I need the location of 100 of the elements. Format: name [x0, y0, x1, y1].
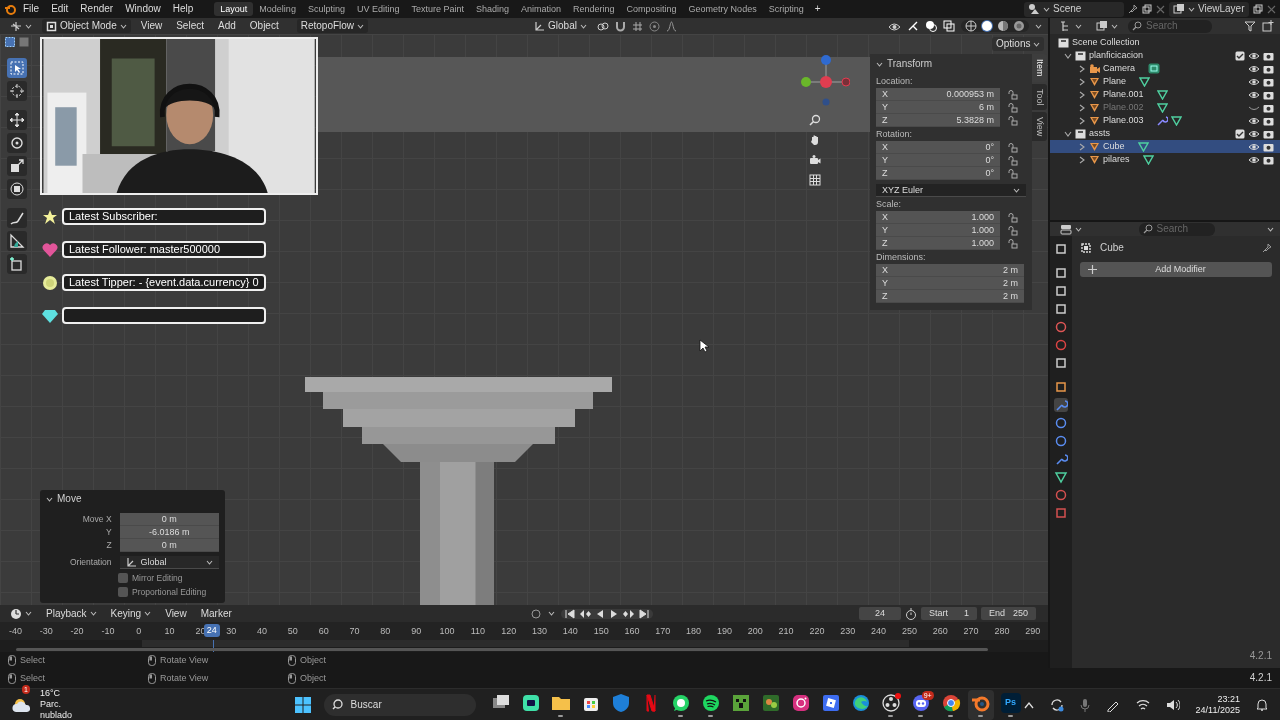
number-field[interactable]: X 0.000953 m [876, 88, 1000, 101]
number-field[interactable]: Z 5.3828 m [876, 114, 1000, 127]
lock-icon[interactable] [1008, 155, 1018, 166]
number-field[interactable]: Z 2 m [876, 290, 1024, 303]
falloff-icon[interactable] [665, 20, 677, 32]
hand-icon[interactable] [809, 134, 821, 146]
clock[interactable]: 23:21 24/11/2025 [1195, 693, 1240, 716]
collapse-caret-icon[interactable] [1078, 142, 1086, 151]
gizmo-icon[interactable] [907, 20, 919, 32]
collapse-caret-icon[interactable] [1078, 155, 1086, 164]
number-field[interactable]: X 2 m [876, 264, 1024, 277]
tool-button[interactable] [7, 81, 27, 101]
wave-logo-icon[interactable] [850, 692, 871, 713]
checkbox[interactable]: Proportional Editing [118, 587, 219, 598]
end-frame-field[interactable]: End 250 [980, 607, 1036, 620]
view-layer-selector[interactable]: ViewLayer [1169, 1, 1249, 17]
addon-dropdown[interactable]: RetopoFlow [296, 19, 369, 33]
controller-icon[interactable] [910, 692, 931, 713]
play-icon[interactable] [608, 608, 619, 619]
solid-shading-icon[interactable] [981, 20, 993, 32]
proportional-icon[interactable] [648, 20, 660, 32]
record-circle-icon[interactable] [880, 692, 901, 713]
tree-row[interactable]: Cube [1050, 140, 1280, 153]
eye-icon[interactable] [1248, 141, 1260, 152]
orientation-dropdown[interactable]: Global [530, 19, 591, 33]
eye-icon[interactable] [1248, 76, 1260, 87]
camera-icon[interactable] [809, 154, 821, 166]
eye-icon[interactable] [1248, 89, 1260, 100]
lock-icon[interactable] [1008, 212, 1018, 223]
tree-row[interactable]: Plane [1050, 75, 1280, 88]
caret-icon[interactable] [876, 60, 883, 68]
tool-button[interactable] [7, 208, 27, 228]
next-keyframe-icon[interactable] [622, 608, 635, 619]
scrollbar[interactable] [16, 648, 988, 651]
search-field[interactable]: Buscar [323, 693, 476, 716]
lock-icon[interactable] [1008, 168, 1018, 179]
lock-icon[interactable] [1008, 238, 1018, 249]
add-modifier-button[interactable]: Add Modifier [1080, 262, 1272, 277]
workspace-tab[interactable]: Scripting [762, 1, 810, 17]
sphere-icon[interactable] [1054, 488, 1068, 502]
tree-row[interactable]: Camera [1050, 62, 1280, 75]
chat-bubble-icon[interactable] [670, 692, 691, 713]
close-icon[interactable] [1267, 4, 1276, 14]
workspace-tab[interactable]: Sculpting [301, 1, 351, 17]
collapse-caret-icon[interactable] [1078, 90, 1086, 99]
tool-button[interactable] [7, 110, 27, 130]
start-frame-field[interactable]: Start 1 [920, 607, 977, 620]
tree-row[interactable]: pilares [1050, 153, 1280, 166]
caret-icon[interactable] [1267, 225, 1274, 233]
eye-icon[interactable] [1248, 50, 1260, 61]
eye-icon[interactable] [1248, 63, 1260, 74]
game-icon[interactable] [760, 692, 781, 713]
tool-button[interactable] [7, 133, 27, 153]
filter-icon[interactable] [1244, 20, 1256, 32]
tree-item[interactable]: Scene Collection [1072, 37, 1140, 48]
expand-caret-icon[interactable] [1064, 129, 1072, 138]
chevron-up-icon[interactable] [1023, 700, 1034, 709]
menu-item[interactable]: Edit [46, 3, 74, 15]
mode-dropdown[interactable]: Object Mode [42, 19, 131, 33]
eye-icon[interactable] [1248, 128, 1260, 139]
lock-icon[interactable] [1008, 115, 1018, 126]
material-shading-icon[interactable] [997, 20, 1009, 32]
menu-item[interactable]: Object [245, 19, 283, 33]
number-field[interactable]: Y 0° [876, 154, 1000, 167]
workspace-tab[interactable]: Compositing [620, 1, 683, 17]
shield-icon[interactable] [610, 692, 631, 713]
orientation-dropdown[interactable]: Global [119, 556, 219, 569]
menu-item[interactable]: View [136, 19, 167, 33]
new-collection-icon[interactable] [1262, 20, 1274, 32]
rotation-mode-dropdown[interactable]: XYZ Euler [876, 184, 1026, 197]
camera-icon[interactable] [1263, 63, 1274, 74]
jump-end-icon[interactable] [638, 608, 649, 619]
menu-item[interactable]: Add [214, 19, 240, 33]
box-icon[interactable] [1054, 356, 1068, 370]
lock-icon[interactable] [1008, 225, 1018, 236]
menu-item[interactable]: Render [75, 3, 119, 15]
sidebar-tab[interactable]: View [1032, 112, 1047, 142]
workspace-tab[interactable]: Shading [470, 1, 515, 17]
number-field[interactable]: Y 2 m [876, 277, 1024, 290]
block-icon[interactable] [730, 692, 751, 713]
checkbox[interactable]: Mirror Editing [118, 573, 219, 584]
menu-item[interactable]: View [161, 606, 191, 621]
camera-icon[interactable] [1263, 89, 1274, 100]
tool-button[interactable] [7, 254, 27, 274]
browser-logo-icon[interactable] [940, 692, 961, 713]
sidebar-tab[interactable]: Tool [1032, 83, 1047, 111]
menu-item[interactable]: Marker [196, 606, 236, 621]
checkbox-icon[interactable] [1235, 50, 1245, 61]
pin-icon[interactable] [1262, 243, 1272, 253]
number-field[interactable]: X 0° [876, 141, 1000, 154]
wifi-icon[interactable] [1135, 698, 1150, 711]
overlay-icon[interactable] [925, 20, 937, 32]
workspace-tab[interactable]: Geometry Nodes [682, 1, 763, 17]
axis-gizmo-icon[interactable] [800, 54, 850, 106]
workspace-tab[interactable]: Texture Paint [405, 1, 470, 17]
select-box-icon[interactable] [5, 37, 15, 47]
triangle-icon[interactable] [1054, 470, 1068, 484]
tool-button[interactable] [7, 58, 27, 78]
menu-item[interactable]: Window [120, 3, 166, 15]
lock-icon[interactable] [1008, 89, 1018, 100]
